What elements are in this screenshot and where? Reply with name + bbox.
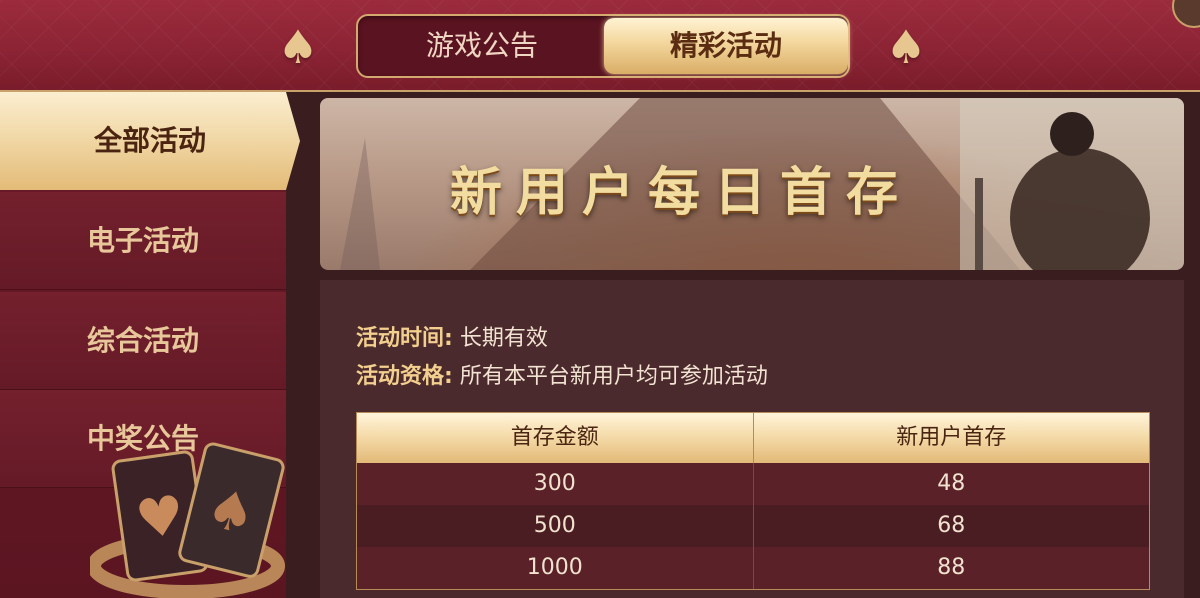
spade-icon: ♠ — [885, 20, 927, 74]
spade-icon: ♠ — [277, 20, 319, 74]
table-cell: 300 — [533, 471, 576, 496]
close-button[interactable] — [1172, 0, 1200, 28]
activity-eligibility-value: 所有本平台新用户均可参加活动 — [459, 364, 768, 389]
sidebar-item-electronic-activities[interactable]: 电子活动 — [0, 192, 286, 290]
table-cell: 500 — [533, 513, 576, 538]
table-row: 300 48 — [357, 463, 1149, 505]
activity-time-value: 长期有效 — [459, 326, 548, 351]
tab-switcher: 游戏公告 精彩活动 — [356, 14, 850, 78]
tab-featured-activities[interactable]: 精彩活动 — [604, 18, 848, 74]
activity-time-label: 活动时间: — [356, 326, 453, 351]
svg-text:♥: ♥ — [132, 483, 189, 552]
table-cell: 1000 — [526, 555, 583, 580]
column-header-deposit-amount: 首存金额 — [510, 425, 599, 450]
activity-eligibility-label: 活动资格: — [356, 364, 453, 389]
promo-banner: 新用户每日首存 — [320, 98, 1184, 270]
sidebar-item-all-activities[interactable]: 全部活动 — [0, 92, 300, 190]
banner-title: 新用户每日首存 — [450, 162, 913, 223]
table-row: 500 68 — [357, 505, 1149, 547]
activity-detail-panel: 活动时间: 长期有效 活动资格: 所有本平台新用户均可参加活动 首存金额 新用户… — [320, 280, 1184, 598]
table-header: 首存金额 新用户首存 — [357, 413, 1149, 463]
bonus-table: 首存金额 新用户首存 300 48 500 68 1000 88 — [356, 412, 1150, 590]
playing-cards-decoration-icon: ♥ ♠ — [90, 442, 285, 598]
sidebar-item-general-activities[interactable]: 综合活动 — [0, 292, 286, 390]
table-cell: 88 — [752, 547, 1150, 589]
table-row: 1000 88 — [357, 547, 1149, 589]
activity-eligibility-line: 活动资格: 所有本平台新用户均可参加活动 — [356, 358, 768, 390]
table-cell: 68 — [752, 505, 1150, 547]
top-header: ♠ 游戏公告 精彩活动 ♠ — [0, 0, 1200, 92]
table-cell: 48 — [752, 463, 1150, 505]
activity-time-line: 活动时间: 长期有效 — [356, 320, 548, 352]
tab-game-announcement[interactable]: 游戏公告 — [360, 18, 604, 74]
column-header-new-user-bonus: 新用户首存 — [752, 413, 1150, 463]
